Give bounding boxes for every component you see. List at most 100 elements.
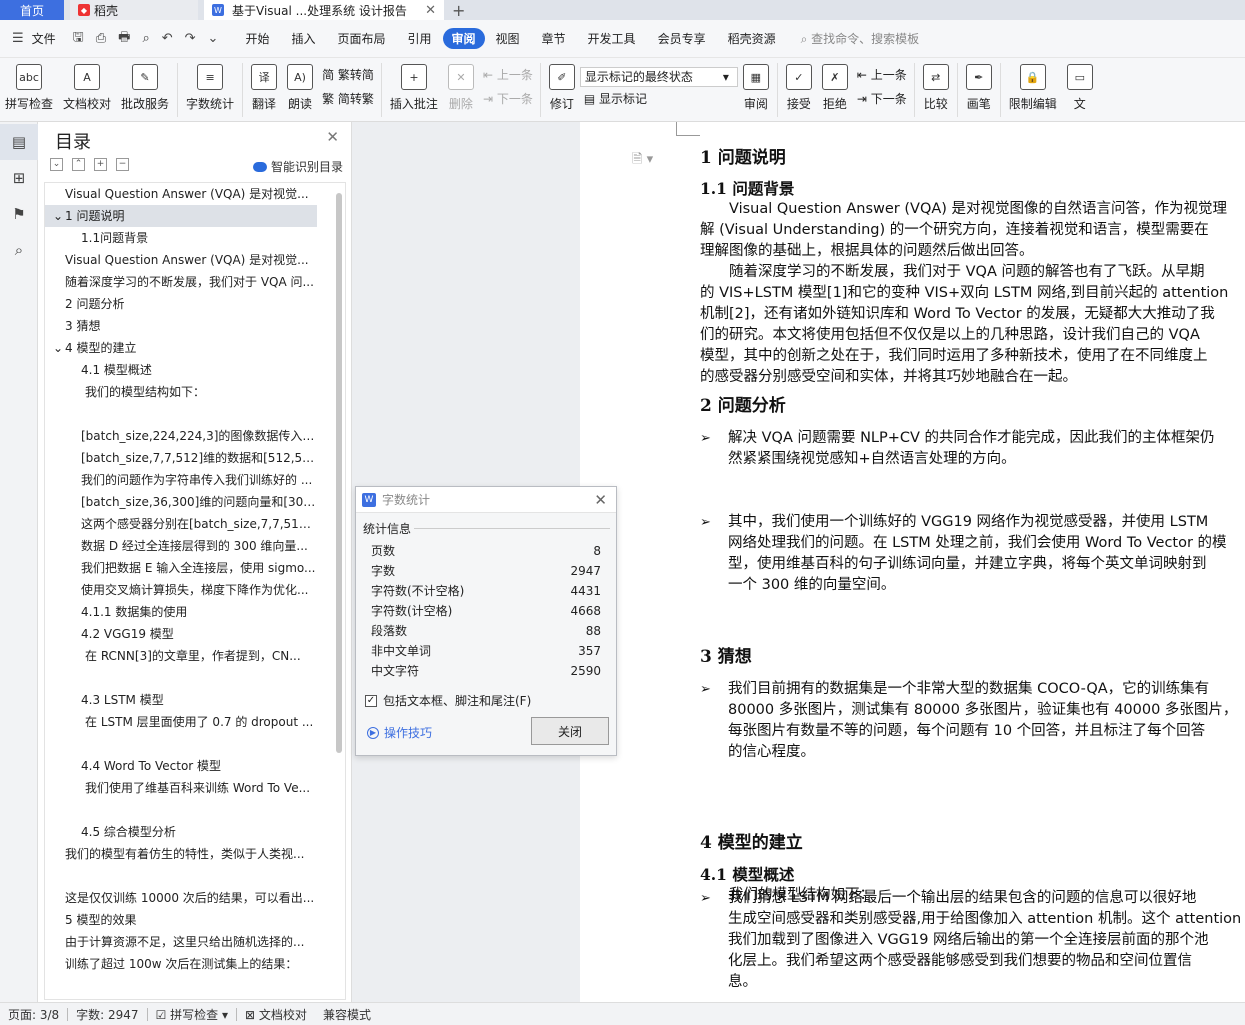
spell-check-status[interactable]: ☑ 拼写检查 ▾	[148, 1006, 236, 1023]
toc-item[interactable]: 随着深度学习的不断发展，我们对于 VQA 问...	[45, 271, 317, 293]
toc-item[interactable]: ⌄ 1 问题说明	[45, 205, 317, 227]
simp-to-trad-button[interactable]: 繁 简转繁	[318, 88, 378, 109]
menu-view[interactable]: 视图	[485, 30, 531, 47]
toc-item[interactable]: 这是仅仅训练 10000 次后的结果，可以看出...	[45, 887, 317, 909]
doc-check-status[interactable]: ⊠ 文档校对	[237, 1006, 315, 1023]
toc-item[interactable]: 2 问题分析	[45, 293, 317, 315]
toc-item[interactable]	[45, 403, 317, 425]
print-icon[interactable]: 🖶	[112, 28, 136, 50]
include-textbox-checkbox[interactable]: ✓ 包括文本框、脚注和尾注(F)	[365, 692, 531, 709]
toc-item[interactable]: 4.2 VGG19 模型	[45, 623, 317, 645]
toc-item[interactable]: 我们把数据 E 输入全连接层，使用 sigmo...	[45, 557, 317, 579]
toc-item[interactable]: 4.1.1 数据集的使用	[45, 601, 317, 623]
toc-item[interactable]: [batch_size,7,7,512]维的数据和[512,512...	[45, 447, 317, 469]
toc-item[interactable]: Visual Question Answer (VQA) 是对视觉...	[45, 249, 317, 271]
new-tab-icon[interactable]: +	[444, 0, 473, 20]
toc-item[interactable]: 4.4 Word To Vector 模型	[45, 755, 317, 777]
toc-item[interactable]: ⌄ 4 模型的建立	[45, 337, 317, 359]
insert-comment-button[interactable]: + 插入批注	[385, 58, 443, 112]
toc-item[interactable]: 在 RCNN[3]的文章里，作者提到，CN...	[45, 645, 317, 667]
accept-button[interactable]: ✓ 接受	[781, 58, 817, 112]
menu-insert[interactable]: 插入	[280, 30, 326, 47]
tab-home[interactable]: 首页	[0, 0, 64, 20]
toc-item[interactable]: Visual Question Answer (VQA) 是对视觉...	[45, 183, 317, 205]
menu-daoke-resources[interactable]: 稻壳资源	[717, 30, 787, 47]
save-icon[interactable]: 🖫	[67, 28, 90, 50]
toc-item[interactable]	[45, 799, 317, 821]
toc-item[interactable]	[45, 733, 317, 755]
toc-item[interactable]: 数据 D 经过全连接层得到的 300 维向量...	[45, 535, 317, 557]
toc-pane-icon[interactable]: ▤	[0, 124, 38, 160]
tips-link[interactable]: ▶ 操作技巧	[367, 724, 432, 741]
toc-item[interactable]: 由于计算资源不足，这里只给出随机选择的...	[45, 931, 317, 953]
add-level-icon[interactable]: +	[94, 158, 107, 171]
paragraph-layout-icon[interactable]: 🗎 ▾	[632, 150, 653, 172]
toc-item[interactable]: 在 LSTM 层里面使用了 0.7 的 dropout ...	[45, 711, 317, 733]
toc-item[interactable]: 4.3 LSTM 模型	[45, 689, 317, 711]
menu-file[interactable]: 文件	[30, 30, 67, 47]
review-pane-button[interactable]: ▦ 审阅	[738, 58, 774, 112]
undo-icon[interactable]: ↶	[156, 31, 179, 46]
toc-scrollbar[interactable]	[336, 193, 342, 753]
chevron-down-icon[interactable]: ⌄	[53, 337, 65, 359]
page-indicator[interactable]: 页面: 3/8	[0, 1006, 67, 1023]
toc-item[interactable]: 5 模型的效果	[45, 909, 317, 931]
bookmark-icon[interactable]: ⚑	[0, 196, 38, 232]
menu-dev-tools[interactable]: 开发工具	[577, 30, 647, 47]
toc-item[interactable]: 这两个感受器分别在[batch_size,7,7,512] ...	[45, 513, 317, 535]
doc-check-button[interactable]: A 文档校对	[58, 58, 116, 112]
trad-to-simp-button[interactable]: 简 繁转简	[318, 64, 378, 85]
toc-item[interactable]: 使用交叉熵计算损失，梯度下降作为优化...	[45, 579, 317, 601]
expand-all-icon[interactable]: ⌄	[50, 158, 63, 171]
chevron-down-icon[interactable]: ⌄	[53, 205, 65, 227]
document-page[interactable]: 🗎 ▾ 1 问题说明 1.1 问题背景 Visual Question Answ…	[580, 122, 1245, 1002]
close-button[interactable]: 关闭	[531, 717, 609, 745]
word-count-button[interactable]: ≡ 字数统计	[181, 58, 239, 112]
customize-toolbar-icon[interactable]: ⌄	[202, 31, 225, 46]
toc-item[interactable]: 训练了超过 100w 次后在测试集上的结果：	[45, 953, 317, 975]
prev-comment-button[interactable]: ⇤ 上一条	[479, 64, 537, 85]
print-preview-icon[interactable]: ⎙	[90, 31, 112, 46]
close-icon[interactable]: ✕	[326, 128, 339, 146]
toc-item[interactable]: [batch_size,36,300]维的问题向量和[300,...	[45, 491, 317, 513]
find-icon[interactable]: ⌕	[0, 232, 38, 268]
close-icon[interactable]: ✕	[594, 491, 607, 509]
word-count-indicator[interactable]: 字数: 2947	[68, 1006, 146, 1023]
tab-daoke[interactable]: ◆ 稻壳	[70, 0, 198, 20]
toc-item[interactable]	[45, 865, 317, 887]
toc-item[interactable]: 我们使用了维基百科来训练 Word To Ve...	[45, 777, 317, 799]
next-comment-button[interactable]: ⇥ 下一条	[479, 88, 537, 109]
menu-start[interactable]: 开始	[234, 30, 280, 47]
annotate-service-button[interactable]: ✎ 批改服务	[116, 58, 174, 112]
preview-icon[interactable]: ⌕	[136, 31, 155, 46]
menu-review[interactable]: 审阅	[442, 28, 485, 49]
menu-page-layout[interactable]: 页面布局	[326, 30, 396, 47]
toc-item[interactable]: 4.5 综合模型分析	[45, 821, 317, 843]
command-search[interactable]: ⌕ 查找命令、搜索模板	[801, 30, 920, 47]
menu-member[interactable]: 会员专享	[647, 30, 717, 47]
smart-toc-button[interactable]: 智能识别目录	[252, 158, 343, 175]
collapse-all-icon[interactable]: ⌃	[72, 158, 85, 171]
restrict-editing-button[interactable]: 🔒 限制编辑	[1004, 58, 1062, 112]
toc-item[interactable]: 我们的模型有着仿生的特性，类似于人类视...	[45, 843, 317, 865]
reject-button[interactable]: ✗ 拒绝	[817, 58, 853, 112]
translate-button[interactable]: 译翻译	[246, 58, 282, 112]
markup-state-select[interactable]: 显示标记的最终状态 ▾	[579, 66, 738, 87]
menu-references[interactable]: 引用	[396, 30, 442, 47]
next-change-button[interactable]: ⇥ 下一条	[853, 88, 911, 109]
track-changes-button[interactable]: ✐ 修订	[544, 58, 580, 112]
toc-item[interactable]: 4.1 模型概述	[45, 359, 317, 381]
chapter-nav-icon[interactable]: ⊞	[0, 160, 38, 196]
close-tab-icon[interactable]: ✕	[425, 3, 436, 18]
toc-item[interactable]: 3 猜想	[45, 315, 317, 337]
tab-document[interactable]: W 基于Visual ...处理系统 设计报告 ✕	[204, 0, 444, 20]
menu-chapter[interactable]: 章节	[531, 30, 577, 47]
pen-button[interactable]: ✒ 画笔	[961, 58, 997, 112]
read-aloud-button[interactable]: A) 朗读	[282, 58, 318, 112]
hamburger-menu-icon[interactable]: ☰	[0, 31, 30, 46]
show-markup-button[interactable]: ▤ 显示标记	[580, 88, 738, 109]
toc-item[interactable]: [batch_size,224,224,3]的图像数据传入 V...	[45, 425, 317, 447]
prev-change-button[interactable]: ⇤ 上一条	[853, 64, 911, 85]
remove-level-icon[interactable]: −	[116, 158, 129, 171]
spell-check-button[interactable]: abc 拼写检查	[0, 58, 58, 112]
